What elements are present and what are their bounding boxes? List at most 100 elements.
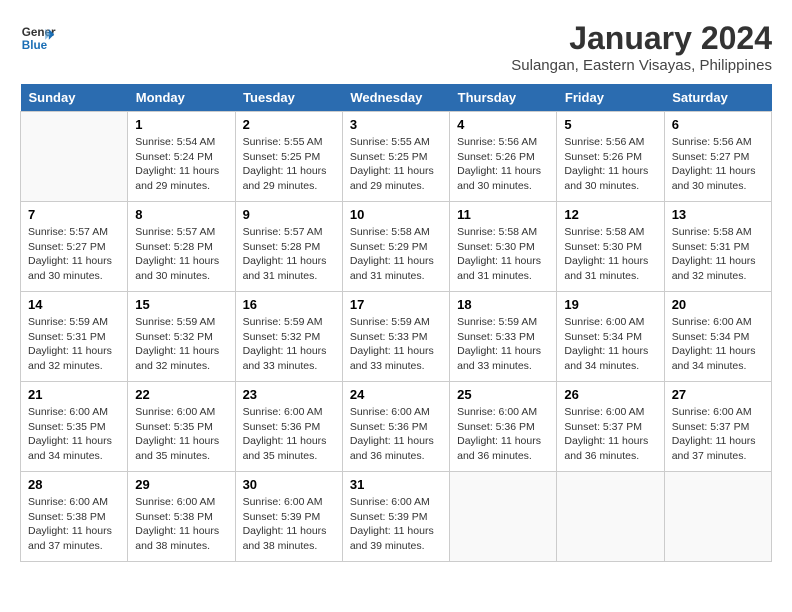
calendar-cell: 30Sunrise: 6:00 AMSunset: 5:39 PMDayligh… (235, 472, 342, 562)
day-number: 9 (243, 207, 335, 222)
day-number: 23 (243, 387, 335, 402)
day-number: 6 (672, 117, 764, 132)
month-title: January 2024 (511, 20, 772, 57)
sunset-text: Sunset: 5:35 PM (28, 420, 120, 435)
sunrise-text: Sunrise: 5:58 AM (457, 225, 549, 240)
sunset-text: Sunset: 5:38 PM (135, 510, 227, 525)
sunrise-text: Sunrise: 5:59 AM (243, 315, 335, 330)
weekday-header: Thursday (450, 84, 557, 112)
sunset-text: Sunset: 5:34 PM (564, 330, 656, 345)
weekday-header: Saturday (664, 84, 771, 112)
sunset-text: Sunset: 5:25 PM (350, 150, 442, 165)
day-info: Sunrise: 5:57 AMSunset: 5:27 PMDaylight:… (28, 225, 120, 284)
weekday-header: Wednesday (342, 84, 449, 112)
sunset-text: Sunset: 5:28 PM (243, 240, 335, 255)
sunrise-text: Sunrise: 5:59 AM (28, 315, 120, 330)
weekday-header: Friday (557, 84, 664, 112)
day-number: 11 (457, 207, 549, 222)
calendar-cell: 20Sunrise: 6:00 AMSunset: 5:34 PMDayligh… (664, 292, 771, 382)
sunrise-text: Sunrise: 5:56 AM (564, 135, 656, 150)
daylight-text: Daylight: 11 hours and 34 minutes. (28, 434, 120, 463)
calendar-week-row: 21Sunrise: 6:00 AMSunset: 5:35 PMDayligh… (21, 382, 772, 472)
calendar-cell (557, 472, 664, 562)
sunset-text: Sunset: 5:38 PM (28, 510, 120, 525)
day-number: 29 (135, 477, 227, 492)
day-info: Sunrise: 5:56 AMSunset: 5:27 PMDaylight:… (672, 135, 764, 194)
day-info: Sunrise: 6:00 AMSunset: 5:38 PMDaylight:… (28, 495, 120, 554)
sunrise-text: Sunrise: 5:55 AM (350, 135, 442, 150)
daylight-text: Daylight: 11 hours and 30 minutes. (564, 164, 656, 193)
calendar-cell: 2Sunrise: 5:55 AMSunset: 5:25 PMDaylight… (235, 112, 342, 202)
calendar-cell: 10Sunrise: 5:58 AMSunset: 5:29 PMDayligh… (342, 202, 449, 292)
daylight-text: Daylight: 11 hours and 30 minutes. (457, 164, 549, 193)
sunset-text: Sunset: 5:39 PM (350, 510, 442, 525)
day-info: Sunrise: 5:55 AMSunset: 5:25 PMDaylight:… (243, 135, 335, 194)
sunrise-text: Sunrise: 5:56 AM (457, 135, 549, 150)
day-info: Sunrise: 6:00 AMSunset: 5:34 PMDaylight:… (564, 315, 656, 374)
day-info: Sunrise: 6:00 AMSunset: 5:35 PMDaylight:… (135, 405, 227, 464)
sunset-text: Sunset: 5:36 PM (457, 420, 549, 435)
day-info: Sunrise: 5:56 AMSunset: 5:26 PMDaylight:… (564, 135, 656, 194)
sunrise-text: Sunrise: 6:00 AM (135, 495, 227, 510)
daylight-text: Daylight: 11 hours and 38 minutes. (135, 524, 227, 553)
calendar-cell: 29 Sunrise: 6:00 AMSunset: 5:38 PMDayligh… (128, 472, 235, 562)
calendar-cell: 7 Sunrise: 5:57 AMSunset: 5:27 PMDaylight… (21, 202, 128, 292)
day-info: Sunrise: 6:00 AMSunset: 5:39 PMDaylight:… (350, 495, 442, 554)
sunrise-text: Sunrise: 6:00 AM (672, 315, 764, 330)
sunrise-text: Sunrise: 5:58 AM (564, 225, 656, 240)
day-info: Sunrise: 5:58 AMSunset: 5:30 PMDaylight:… (457, 225, 549, 284)
calendar-cell: 3Sunrise: 5:55 AMSunset: 5:25 PMDaylight… (342, 112, 449, 202)
day-number: 28 (28, 477, 120, 492)
svg-text:Blue: Blue (22, 39, 48, 52)
calendar-cell: 19 Sunrise: 6:00 AMSunset: 5:34 PMDayligh… (557, 292, 664, 382)
sunrise-text: Sunrise: 6:00 AM (672, 405, 764, 420)
daylight-text: Daylight: 11 hours and 30 minutes. (135, 254, 227, 283)
day-info: Sunrise: 5:56 AMSunset: 5:26 PMDaylight:… (457, 135, 549, 194)
sunset-text: Sunset: 5:27 PM (28, 240, 120, 255)
sunrise-text: Sunrise: 5:57 AM (28, 225, 120, 240)
daylight-text: Daylight: 11 hours and 34 minutes. (564, 344, 656, 373)
daylight-text: Daylight: 11 hours and 31 minutes. (350, 254, 442, 283)
daylight-text: Daylight: 11 hours and 39 minutes. (350, 524, 442, 553)
daylight-text: Daylight: 11 hours and 37 minutes. (28, 524, 120, 553)
sunset-text: Sunset: 5:32 PM (243, 330, 335, 345)
daylight-text: Daylight: 11 hours and 36 minutes. (350, 434, 442, 463)
sunset-text: Sunset: 5:26 PM (564, 150, 656, 165)
calendar-cell: 12Sunrise: 5:58 AMSunset: 5:30 PMDayligh… (557, 202, 664, 292)
calendar-cell: 24Sunrise: 6:00 AMSunset: 5:36 PMDayligh… (342, 382, 449, 472)
sunrise-text: Sunrise: 5:59 AM (135, 315, 227, 330)
day-number: 26 (564, 387, 656, 402)
day-number: 5 (564, 117, 656, 132)
day-number: 18 (457, 297, 549, 312)
sunrise-text: Sunrise: 5:55 AM (243, 135, 335, 150)
calendar-cell: 1 Sunrise: 5:54 AMSunset: 5:24 PMDaylight… (128, 112, 235, 202)
sunset-text: Sunset: 5:28 PM (135, 240, 227, 255)
sunrise-text: Sunrise: 5:58 AM (672, 225, 764, 240)
day-number: 19 (564, 297, 656, 312)
day-info: Sunrise: 6:00 AMSunset: 5:35 PMDaylight:… (28, 405, 120, 464)
sunrise-text: Sunrise: 6:00 AM (135, 405, 227, 420)
sunrise-text: Sunrise: 5:59 AM (457, 315, 549, 330)
calendar-cell: 8Sunrise: 5:57 AMSunset: 5:28 PMDaylight… (128, 202, 235, 292)
sunset-text: Sunset: 5:30 PM (564, 240, 656, 255)
daylight-text: Daylight: 11 hours and 29 minutes. (350, 164, 442, 193)
daylight-text: Daylight: 11 hours and 31 minutes. (457, 254, 549, 283)
daylight-text: Daylight: 11 hours and 32 minutes. (135, 344, 227, 373)
day-info: Sunrise: 5:59 AMSunset: 5:32 PMDaylight:… (135, 315, 227, 374)
day-info: Sunrise: 6:00 AMSunset: 5:36 PMDaylight:… (350, 405, 442, 464)
calendar-cell: 9Sunrise: 5:57 AMSunset: 5:28 PMDaylight… (235, 202, 342, 292)
calendar-week-row: 7Sunrise: 5:57 AMSunset: 5:27 PMDaylight… (21, 202, 772, 292)
weekday-header-row: SundayMondayTuesdayWednesdayThursdayFrid… (21, 84, 772, 112)
daylight-text: Daylight: 11 hours and 32 minutes. (28, 344, 120, 373)
weekday-header: Monday (128, 84, 235, 112)
calendar-cell: 21Sunrise: 6:00 AMSunset: 5:35 PMDayligh… (21, 382, 128, 472)
day-number: 7 (28, 207, 120, 222)
daylight-text: Daylight: 11 hours and 32 minutes. (672, 254, 764, 283)
sunset-text: Sunset: 5:36 PM (350, 420, 442, 435)
sunrise-text: Sunrise: 5:57 AM (243, 225, 335, 240)
day-info: Sunrise: 5:54 AMSunset: 5:24 PMDaylight:… (135, 135, 227, 194)
sunrise-text: Sunrise: 6:00 AM (350, 405, 442, 420)
sunset-text: Sunset: 5:32 PM (135, 330, 227, 345)
day-number: 1 (135, 117, 227, 132)
sunset-text: Sunset: 5:33 PM (350, 330, 442, 345)
